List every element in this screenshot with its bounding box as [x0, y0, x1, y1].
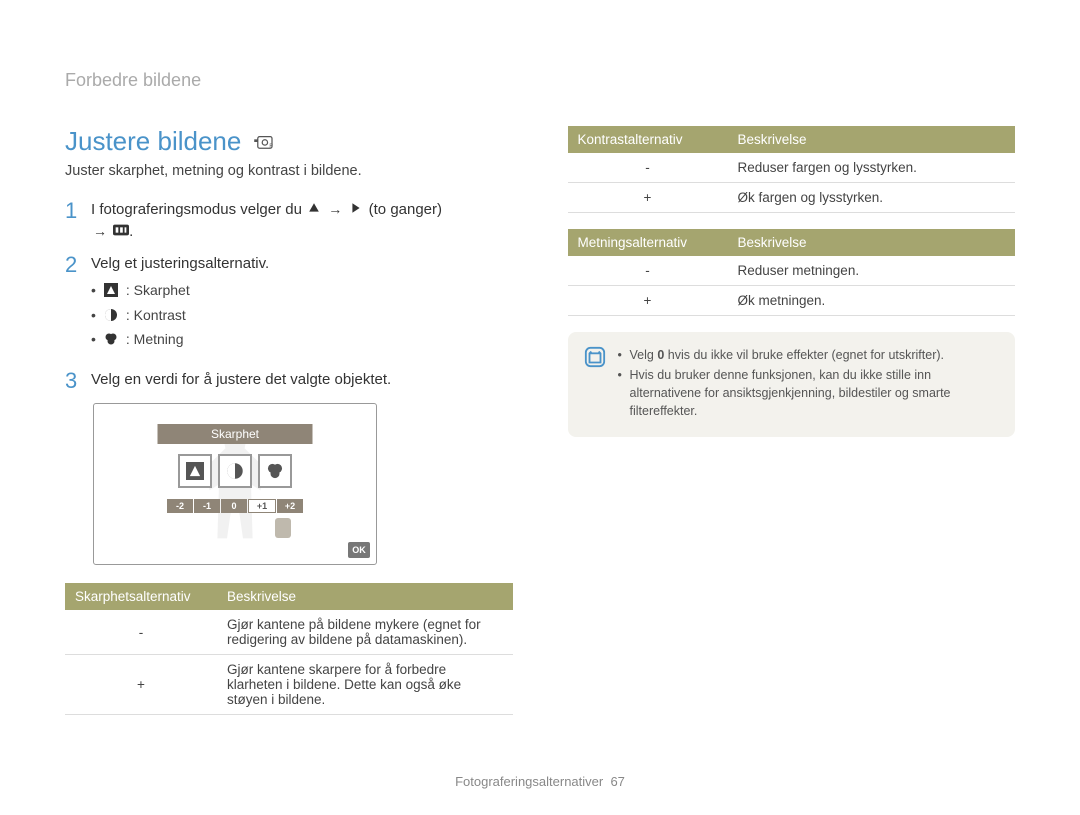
contrast-minus-desc: Reduser fargen og lysstyrken. [728, 153, 1016, 183]
footer-section: Fotograferingsalternativer [455, 774, 603, 789]
note-icon [584, 346, 606, 368]
table-row: + Gjør kantene skarpere for å forbedre k… [65, 655, 513, 715]
sharpness-icon [103, 282, 119, 298]
step-3-number: 3 [65, 369, 79, 393]
up-triangle-icon [306, 200, 322, 216]
contrast-icon [103, 307, 119, 323]
saturation-minus: - [568, 256, 728, 286]
step-2: 2 Velg et justeringsalternativ. : Skarph… [65, 253, 513, 360]
preview-panel: Skarphet -2 -1 0 +1 +2 OK [93, 403, 377, 565]
step-2-text: Velg et justeringsalternativ. [91, 255, 269, 272]
preview-saturation-icon [258, 454, 292, 488]
mode-p-icon: P [253, 134, 275, 150]
step-2-number: 2 [65, 253, 79, 360]
page-footer: Fotograferingsalternativer 67 [0, 774, 1080, 789]
table-row: - Gjør kantene på bildene mykere (egnet … [65, 610, 513, 655]
scale-m2: -2 [167, 499, 193, 513]
breadcrumb: Forbedre bildene [65, 70, 1015, 91]
sharpness-minus-desc: Gjør kantene på bildene mykere (egnet fo… [217, 610, 513, 655]
contrast-table: Kontrastalternativ Beskrivelse - Reduser… [568, 126, 1016, 213]
saturation-table: Metningsalternativ Beskrivelse - Reduser… [568, 229, 1016, 316]
step-1-text-a: I fotograferingsmodus velger du [91, 201, 306, 218]
option-contrast: : Kontrast [91, 303, 269, 327]
table-row: - Reduser metningen. [568, 256, 1016, 286]
preview-scale: -2 -1 0 +1 +2 [167, 499, 303, 513]
contrast-minus: - [568, 153, 728, 183]
step-1-number: 1 [65, 199, 79, 243]
table-row: + Øk metningen. [568, 286, 1016, 316]
sharpness-plus-desc: Gjør kantene skarpere for å forbedre kla… [217, 655, 513, 715]
table-row: + Øk fargen og lysstyrken. [568, 183, 1016, 213]
subtitle: Juster skarphet, metning og kontrast i b… [65, 163, 513, 179]
ok-indicator: OK [348, 542, 370, 558]
arrow-icon: → [326, 201, 344, 217]
arrow-icon: → [91, 223, 109, 239]
option-sharpness-label: : Skarphet [126, 280, 190, 300]
scale-p2: +2 [277, 499, 303, 513]
scale-p1-selected: +1 [248, 499, 276, 513]
note-box: Velg 0 hvis du ikke vil bruke effekter (… [568, 332, 1016, 437]
sharpness-header-desc: Beskrivelse [217, 583, 513, 610]
scale-0: 0 [221, 499, 247, 513]
scale-knob [275, 518, 291, 538]
svg-text:P: P [270, 143, 274, 149]
contrast-plus: + [568, 183, 728, 213]
sharpness-plus: + [65, 655, 217, 715]
step-1-text: I fotograferingsmodus velger du → (to ga… [91, 199, 442, 243]
note-line-2: Hvis du bruker denne funksjonen, kan du … [618, 366, 1000, 420]
scale-m1: -1 [194, 499, 220, 513]
step-3: 3 Velg en verdi for å justere det valgte… [65, 369, 513, 393]
saturation-icon [103, 331, 119, 347]
footer-page-number: 67 [610, 774, 624, 789]
sharpness-table: Skarphetsalternativ Beskrivelse - Gjør k… [65, 583, 513, 715]
adjust-icon [113, 222, 129, 238]
step-1-text-b: (to ganger) [369, 201, 442, 218]
option-saturation-label: : Metning [126, 329, 184, 349]
saturation-header-option: Metningsalternativ [568, 229, 728, 256]
saturation-plus: + [568, 286, 728, 316]
contrast-plus-desc: Øk fargen og lysstyrken. [728, 183, 1016, 213]
step-3-text: Velg en verdi for å justere det valgte o… [91, 369, 391, 393]
contrast-header-option: Kontrastalternativ [568, 126, 728, 153]
sharpness-header-option: Skarphetsalternativ [65, 583, 217, 610]
preview-contrast-icon [218, 454, 252, 488]
saturation-header-desc: Beskrivelse [728, 229, 1016, 256]
option-sharpness: : Skarphet [91, 278, 269, 302]
saturation-minus-desc: Reduser metningen. [728, 256, 1016, 286]
title-text: Justere bildene [65, 126, 241, 157]
preview-sharpness-icon [178, 454, 212, 488]
table-row: - Reduser fargen og lysstyrken. [568, 153, 1016, 183]
note-line-1: Velg 0 hvis du ikke vil bruke effekter (… [618, 346, 1000, 364]
preview-mode-icons [178, 454, 292, 488]
sharpness-minus: - [65, 610, 217, 655]
step-1: 1 I fotograferingsmodus velger du → (to … [65, 199, 513, 243]
contrast-header-desc: Beskrivelse [728, 126, 1016, 153]
section-title: Justere bildene P [65, 126, 513, 157]
option-saturation: : Metning [91, 327, 269, 351]
preview-label: Skarphet [158, 424, 313, 444]
chevron-right-icon [348, 200, 364, 216]
option-contrast-label: : Kontrast [126, 305, 186, 325]
saturation-plus-desc: Øk metningen. [728, 286, 1016, 316]
